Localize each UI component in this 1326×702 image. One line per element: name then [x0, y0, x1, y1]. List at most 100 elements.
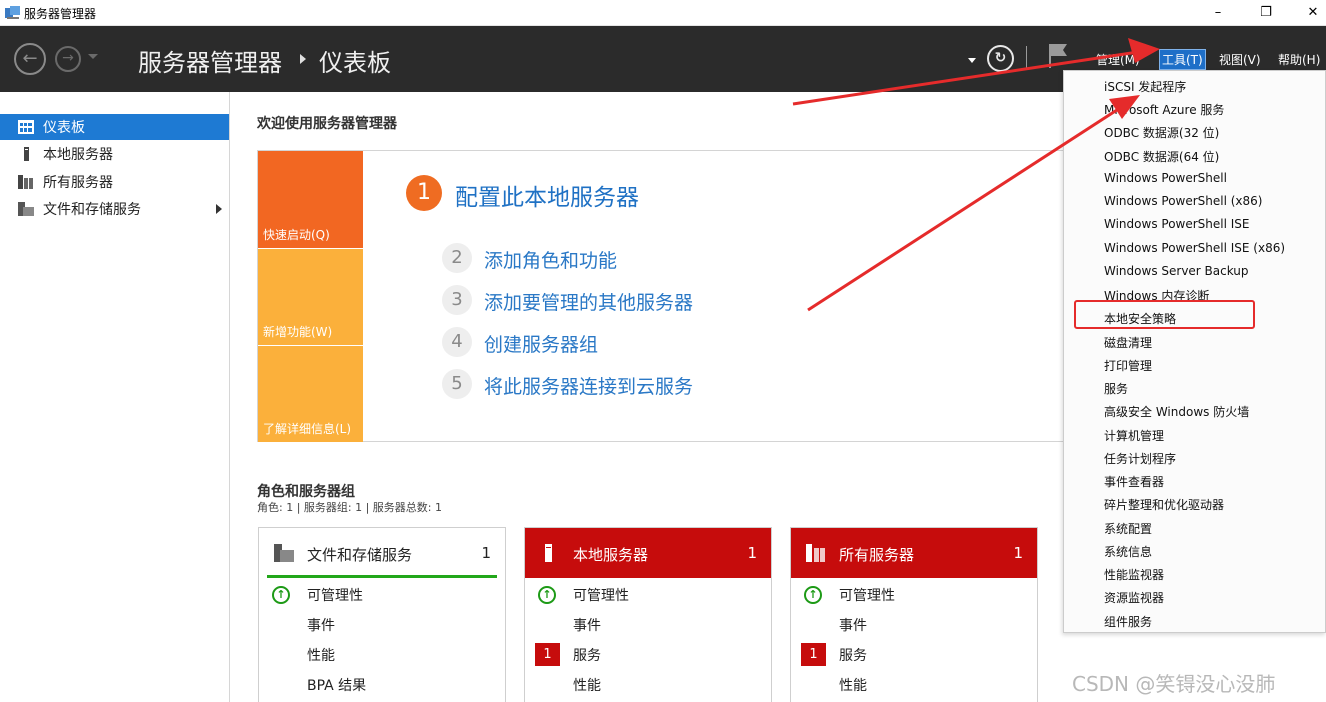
- step-link-create-group[interactable]: 创建服务器组: [484, 330, 598, 357]
- menu-item-event-viewer[interactable]: 事件查看器: [1104, 473, 1164, 490]
- tile-whats-new[interactable]: 新增功能(W): [258, 249, 363, 345]
- row-events[interactable]: 事件: [839, 615, 867, 635]
- menu-item-azure-services[interactable]: Microsoft Azure 服务: [1104, 101, 1224, 118]
- history-dropdown-icon[interactable]: [88, 54, 98, 59]
- menu-item-print-management[interactable]: 打印管理: [1104, 357, 1152, 374]
- page-title: 仪表板: [319, 49, 391, 77]
- roles-summary: 角色: 1 | 服务器组: 1 | 服务器总数: 1: [257, 501, 443, 514]
- row-performance[interactable]: 性能: [307, 645, 335, 665]
- annotation-highlight-box: [1074, 300, 1255, 329]
- menu-tools[interactable]: 工具(T): [1159, 49, 1206, 70]
- sidebar-item-label: 本地服务器: [43, 147, 113, 163]
- row-performance[interactable]: 性能: [573, 675, 601, 695]
- title-bar: 服务器管理器 – ❐ ✕: [0, 0, 1326, 26]
- step-link-configure-local-server[interactable]: 配置此本地服务器: [455, 178, 639, 212]
- server-icon: [545, 544, 552, 562]
- servers-icon: [806, 544, 825, 562]
- menu-item-odbc-32[interactable]: ODBC 数据源(32 位): [1104, 124, 1219, 141]
- step-number: 3: [442, 285, 472, 315]
- menu-item-disk-cleanup[interactable]: 磁盘清理: [1104, 334, 1152, 351]
- step-number: 1: [406, 175, 442, 211]
- tile-learn-more[interactable]: 了解详细信息(L): [258, 346, 363, 442]
- row-manageability[interactable]: 可管理性: [307, 585, 363, 605]
- menu-help[interactable]: 帮助(H): [1276, 50, 1322, 69]
- menu-item-system-information[interactable]: 系统信息: [1104, 543, 1152, 560]
- tile-label: 快速启动(Q): [263, 228, 330, 242]
- role-card-file-storage[interactable]: 文件和存储服务 1 ↑ 可管理性 事件 性能 BPA 结果: [258, 527, 506, 702]
- menu-view[interactable]: 视图(V): [1217, 50, 1263, 69]
- row-services[interactable]: 服务: [839, 645, 867, 665]
- sidebar-item-local-server[interactable]: 本地服务器: [0, 141, 229, 167]
- role-card-local-server[interactable]: 本地服务器 1 ↑ 可管理性 事件 1 服务 性能: [524, 527, 772, 702]
- row-bpa-results[interactable]: BPA 结果: [307, 675, 366, 695]
- step-number: 5: [442, 369, 472, 399]
- refresh-icon[interactable]: ↻: [987, 45, 1014, 72]
- sidebar-item-file-storage[interactable]: 文件和存储服务: [0, 196, 229, 222]
- menu-item-computer-management[interactable]: 计算机管理: [1104, 427, 1164, 444]
- menu-item-iscsi-initiator[interactable]: iSCSI 发起程序: [1104, 78, 1186, 95]
- row-manageability[interactable]: 可管理性: [573, 585, 629, 605]
- menu-item-powershell-ise-x86[interactable]: Windows PowerShell ISE (x86): [1104, 241, 1285, 255]
- menu-item-firewall-advanced[interactable]: 高级安全 Windows 防火墙: [1104, 403, 1249, 420]
- tile-label: 了解详细信息(L): [263, 422, 352, 436]
- back-button[interactable]: ←: [14, 43, 46, 75]
- status-ok-bar: [267, 575, 497, 578]
- card-header[interactable]: 所有服务器 1: [791, 528, 1037, 578]
- card-title: 文件和存储服务: [307, 546, 413, 564]
- row-events[interactable]: 事件: [307, 615, 335, 635]
- menu-item-odbc-64[interactable]: ODBC 数据源(64 位): [1104, 148, 1219, 165]
- menu-item-performance-monitor[interactable]: 性能监视器: [1104, 566, 1164, 583]
- ok-status-icon: ↑: [272, 586, 290, 604]
- step-link-connect-cloud[interactable]: 将此服务器连接到云服务: [484, 372, 693, 399]
- menu-item-powershell-ise[interactable]: Windows PowerShell ISE: [1104, 217, 1250, 231]
- row-services[interactable]: 服务: [573, 645, 601, 665]
- sidebar-item-label: 仪表板: [43, 120, 85, 136]
- row-manageability[interactable]: 可管理性: [839, 585, 895, 605]
- row-performance[interactable]: 性能: [839, 675, 867, 695]
- menu-item-system-configuration[interactable]: 系统配置: [1104, 520, 1152, 537]
- sidebar: 仪表板 本地服务器 所有服务器 文件和存储服务: [0, 92, 230, 702]
- header-divider: [1026, 46, 1027, 68]
- notification-dropdown-icon[interactable]: [968, 58, 976, 63]
- step-link-add-roles[interactable]: 添加角色和功能: [484, 246, 617, 273]
- servers-icon: [18, 175, 33, 189]
- menu-item-powershell[interactable]: Windows PowerShell: [1104, 171, 1227, 185]
- menu-item-component-services[interactable]: 组件服务: [1104, 613, 1152, 630]
- menu-manage[interactable]: 管理(M): [1094, 50, 1142, 69]
- expand-chevron-icon[interactable]: [216, 204, 222, 214]
- watermark-text: CSDN @笑锝没心没肺: [1072, 672, 1276, 696]
- row-events[interactable]: 事件: [573, 615, 601, 635]
- tile-quick-start[interactable]: 快速启动(Q): [258, 151, 363, 248]
- menu-item-task-scheduler[interactable]: 任务计划程序: [1104, 450, 1176, 467]
- tools-menu-dropdown: iSCSI 发起程序 Microsoft Azure 服务 ODBC 数据源(3…: [1063, 70, 1326, 633]
- forward-button[interactable]: →: [55, 46, 81, 72]
- role-card-all-servers[interactable]: 所有服务器 1 ↑ 可管理性 事件 1 服务 性能: [790, 527, 1038, 702]
- menu-item-resource-monitor[interactable]: 资源监视器: [1104, 589, 1164, 606]
- sidebar-item-label: 所有服务器: [43, 175, 113, 191]
- sidebar-item-all-servers[interactable]: 所有服务器: [0, 169, 229, 195]
- notifications-flag-icon[interactable]: [1047, 43, 1069, 69]
- alert-count-badge: 1: [535, 643, 560, 666]
- card-count: 1: [1013, 544, 1023, 562]
- card-header[interactable]: 文件和存储服务 1: [259, 528, 505, 578]
- card-header[interactable]: 本地服务器 1: [525, 528, 771, 578]
- menu-item-defragment[interactable]: 碎片整理和优化驱动器: [1104, 496, 1224, 513]
- breadcrumb-separator-icon: [300, 54, 306, 64]
- ok-status-icon: ↑: [804, 586, 822, 604]
- menu-item-services[interactable]: 服务: [1104, 380, 1128, 397]
- card-title: 所有服务器: [839, 546, 915, 564]
- tile-label: 新增功能(W): [263, 325, 333, 339]
- breadcrumb-app[interactable]: 服务器管理器: [138, 43, 282, 78]
- window-title: 服务器管理器: [24, 7, 97, 21]
- minimize-button[interactable]: –: [1195, 0, 1241, 26]
- alert-count-badge: 1: [801, 643, 826, 666]
- storage-icon: [274, 544, 294, 562]
- menu-item-powershell-x86[interactable]: Windows PowerShell (x86): [1104, 194, 1262, 208]
- server-manager-app-icon: [5, 6, 20, 19]
- close-button[interactable]: ✕: [1290, 0, 1326, 26]
- step-link-add-servers[interactable]: 添加要管理的其他服务器: [484, 288, 693, 315]
- roles-section-title: 角色和服务器组: [257, 484, 355, 500]
- sidebar-item-dashboard[interactable]: 仪表板: [0, 114, 229, 140]
- menu-item-server-backup[interactable]: Windows Server Backup: [1104, 264, 1249, 278]
- maximize-button[interactable]: ❐: [1243, 0, 1289, 26]
